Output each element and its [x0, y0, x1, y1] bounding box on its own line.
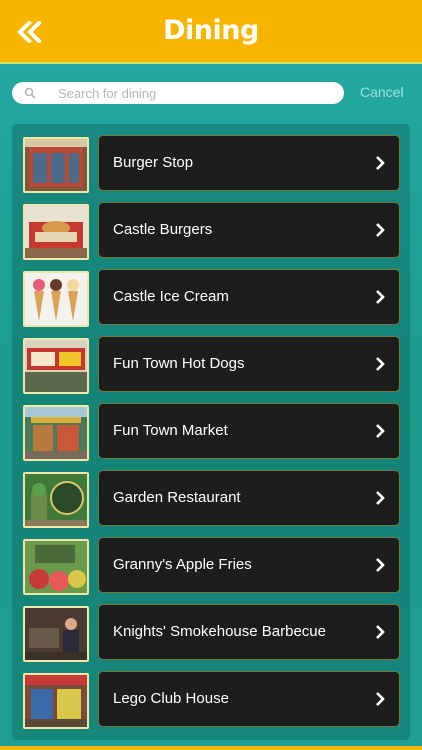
list-item-label: Knights' Smokehouse Barbecue — [113, 623, 326, 640]
list-item-label: Fun Town Market — [113, 422, 228, 439]
bottom-strip — [0, 746, 422, 750]
list-item[interactable]: Knights' Smokehouse Barbecue — [12, 604, 410, 662]
list-item-button[interactable]: Burger Stop — [98, 135, 400, 191]
list-item-label: Castle Burgers — [113, 221, 213, 238]
list-item[interactable]: Castle Ice Cream — [12, 269, 410, 327]
thumbnail-image — [23, 271, 89, 327]
thumbnail-image — [23, 338, 89, 394]
chevron-right-icon — [376, 424, 385, 438]
dining-list: Burger Stop Castle Burgers Castle Ice Cr… — [12, 124, 410, 740]
thumbnail-image — [23, 606, 89, 662]
search-icon — [24, 87, 48, 99]
thumbnail-image — [23, 539, 89, 595]
list-item-label: Granny's Apple Fries — [113, 556, 252, 573]
list-item[interactable]: Burger Stop — [12, 135, 410, 193]
thumbnail-image — [23, 405, 89, 461]
list-item[interactable]: Granny's Apple Fries — [12, 537, 410, 595]
chevron-right-icon — [376, 692, 385, 706]
list-item-button[interactable]: Granny's Apple Fries — [98, 537, 400, 593]
list-item-label: Garden Restaurant — [113, 489, 241, 506]
chevron-right-icon — [376, 223, 385, 237]
list-item[interactable]: Fun Town Hot Dogs — [12, 336, 410, 394]
list-item[interactable]: Garden Restaurant — [12, 470, 410, 528]
header-bar: Dining — [0, 0, 422, 64]
list-item-label: Burger Stop — [113, 154, 194, 171]
thumbnail-image — [23, 204, 89, 260]
chevron-right-icon — [376, 625, 385, 639]
page-title: Dining — [163, 15, 259, 46]
list-item-button[interactable]: Castle Ice Cream — [98, 269, 400, 325]
list-item[interactable]: Castle Burgers — [12, 202, 410, 260]
list-item-button[interactable]: Lego Club House — [98, 671, 400, 727]
list-item[interactable]: Lego Club House — [12, 671, 410, 729]
list-item-button[interactable]: Castle Burgers — [98, 202, 400, 258]
cancel-button[interactable]: Cancel — [360, 84, 404, 100]
list-item-label: Castle Ice Cream — [113, 288, 229, 305]
search-bar[interactable] — [12, 82, 344, 104]
chevron-right-icon — [376, 156, 385, 170]
chevron-right-icon — [376, 357, 385, 371]
list-item[interactable]: Fun Town Market — [12, 403, 410, 461]
list-item-button[interactable]: Fun Town Hot Dogs — [98, 336, 400, 392]
chevron-right-icon — [376, 491, 385, 505]
list-item-label: Fun Town Hot Dogs — [113, 355, 245, 372]
list-item-label: Lego Club House — [113, 690, 229, 707]
chevron-right-icon — [376, 290, 385, 304]
thumbnail-image — [23, 472, 89, 528]
thumbnail-image — [23, 673, 89, 729]
chevron-right-icon — [376, 558, 385, 572]
search-input[interactable] — [48, 85, 338, 101]
thumbnail-image — [23, 137, 89, 193]
list-item-button[interactable]: Fun Town Market — [98, 403, 400, 459]
list-item-button[interactable]: Knights' Smokehouse Barbecue — [98, 604, 400, 660]
list-item-button[interactable]: Garden Restaurant — [98, 470, 400, 526]
